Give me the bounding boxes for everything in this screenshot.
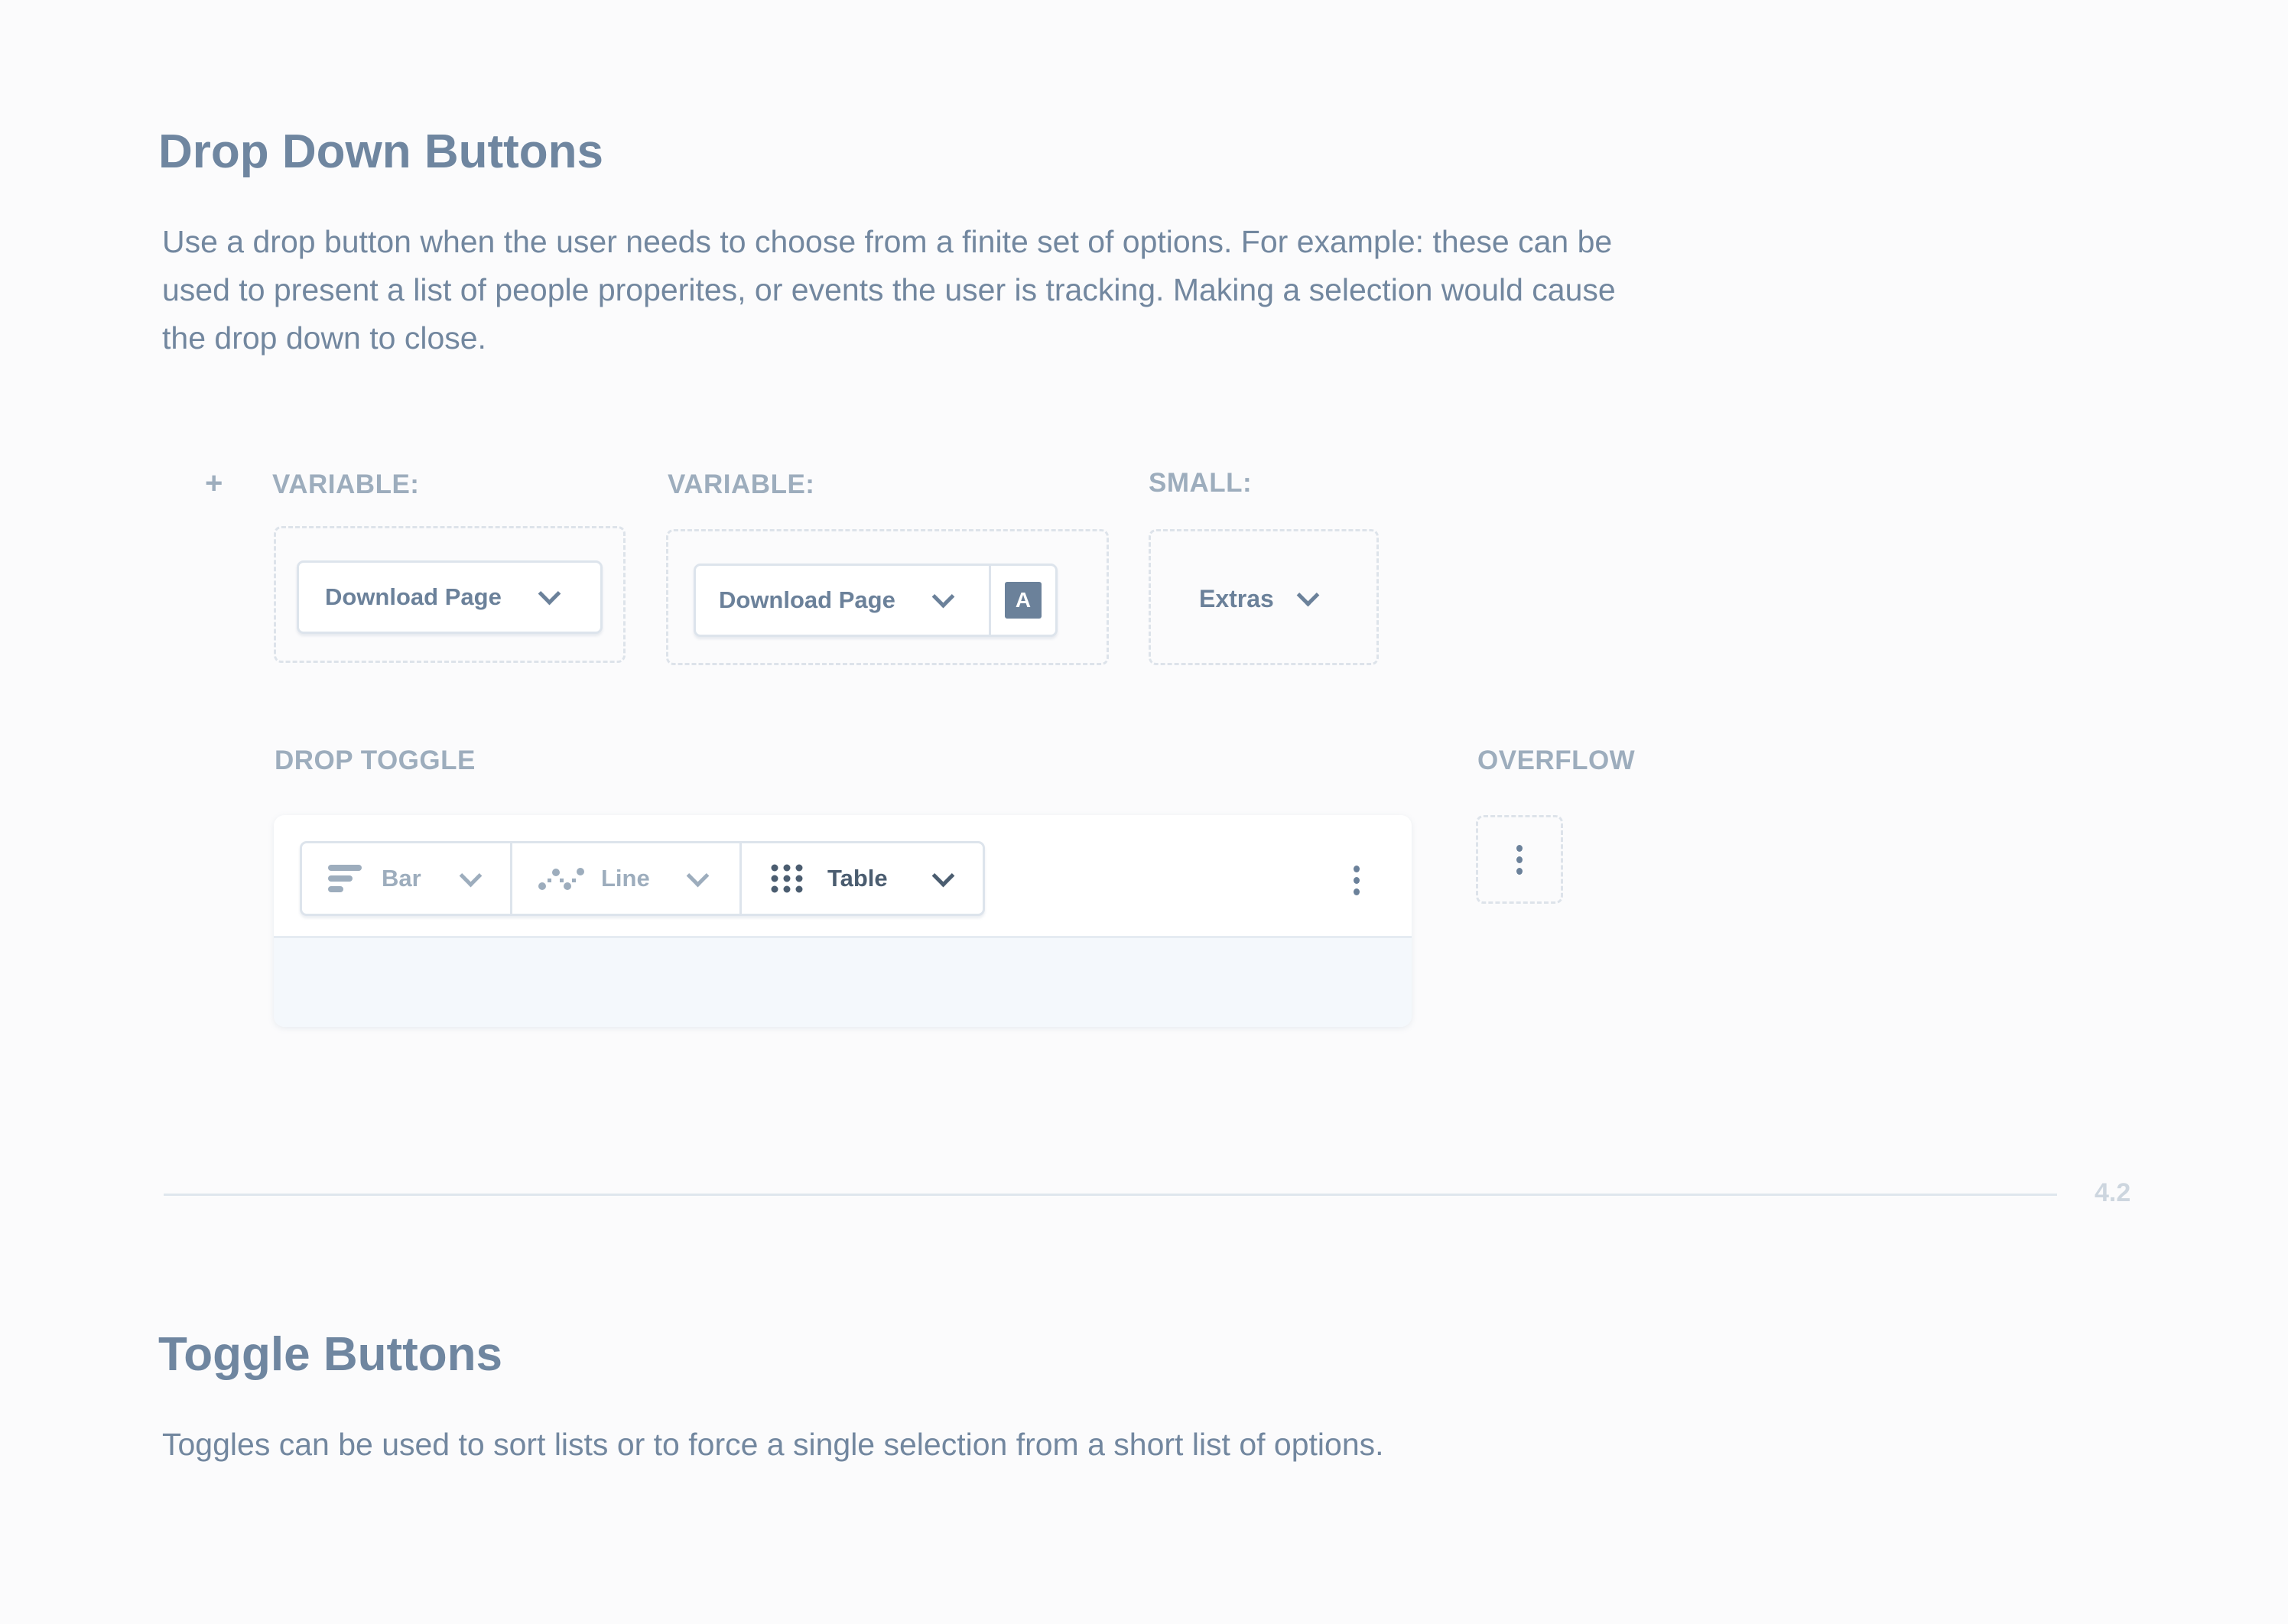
chevron-down-icon bbox=[1296, 583, 1320, 606]
table-grid-icon bbox=[771, 864, 803, 893]
toggle-line[interactable]: Line bbox=[510, 843, 739, 914]
chevron-down-icon bbox=[931, 585, 955, 608]
card-header: Bar Line Table bbox=[274, 815, 1412, 936]
overflow-button[interactable] bbox=[1476, 815, 1563, 904]
download-page-dropdown-with-addon[interactable]: Download Page A bbox=[694, 564, 1058, 637]
variable-label: VARIABLE: bbox=[272, 469, 420, 499]
kebab-menu-icon[interactable] bbox=[1354, 866, 1360, 895]
chevron-down-icon bbox=[931, 864, 955, 887]
section-description: Use a drop button when the user needs to… bbox=[162, 218, 1768, 362]
extras-dropdown[interactable]: Extras bbox=[1199, 576, 1320, 622]
toggle-table[interactable]: Table bbox=[739, 843, 983, 914]
example-frame-variable-addon: Download Page A bbox=[666, 529, 1109, 665]
drop-toggle-label: DROP TOGGLE bbox=[275, 745, 476, 775]
dropdown-label: Download Page bbox=[719, 586, 895, 613]
addon-button[interactable]: A bbox=[991, 582, 1055, 619]
toggle-bar[interactable]: Bar bbox=[302, 843, 510, 914]
dropdown-label: Download Page bbox=[325, 583, 502, 610]
bar-chart-icon bbox=[328, 865, 362, 892]
card-body bbox=[274, 936, 1412, 1027]
section-title-drop-down-buttons: Drop Down Buttons bbox=[158, 125, 604, 178]
dropdown-main[interactable]: Download Page bbox=[696, 566, 991, 635]
toggle-label: Line bbox=[601, 865, 650, 892]
description-line: the drop down to close. bbox=[162, 320, 486, 356]
add-icon[interactable]: + bbox=[205, 466, 223, 501]
chevron-down-icon bbox=[686, 864, 710, 887]
line-chart-icon bbox=[538, 868, 584, 890]
drop-toggle-card: Bar Line Table bbox=[274, 815, 1412, 1027]
variable-label-2: VARIABLE: bbox=[668, 469, 815, 499]
chart-type-toggle-group: Bar Line Table bbox=[300, 841, 985, 916]
chevron-down-icon bbox=[459, 864, 483, 887]
chevron-down-icon bbox=[538, 582, 561, 605]
section-divider bbox=[164, 1194, 2057, 1196]
description-line: used to present a list of people properi… bbox=[162, 272, 1616, 307]
download-page-dropdown[interactable]: Download Page bbox=[297, 560, 603, 634]
overflow-label: OVERFLOW bbox=[1477, 745, 1636, 775]
description-line: Use a drop button when the user needs to… bbox=[162, 224, 1613, 259]
page-number: 4.2 bbox=[2095, 1178, 2131, 1207]
letter-a-badge-icon: A bbox=[1005, 582, 1042, 619]
toggle-label: Bar bbox=[382, 865, 421, 892]
section-title-toggle-buttons: Toggle Buttons bbox=[158, 1328, 502, 1381]
dropdown-label: Extras bbox=[1199, 584, 1274, 612]
section-description: Toggles can be used to sort lists or to … bbox=[162, 1427, 1384, 1462]
kebab-menu-icon bbox=[1516, 844, 1523, 875]
example-frame-variable: Download Page bbox=[274, 526, 626, 663]
small-label: SMALL: bbox=[1149, 468, 1253, 498]
toggle-label: Table bbox=[827, 865, 888, 892]
example-frame-small: Extras bbox=[1149, 529, 1379, 665]
